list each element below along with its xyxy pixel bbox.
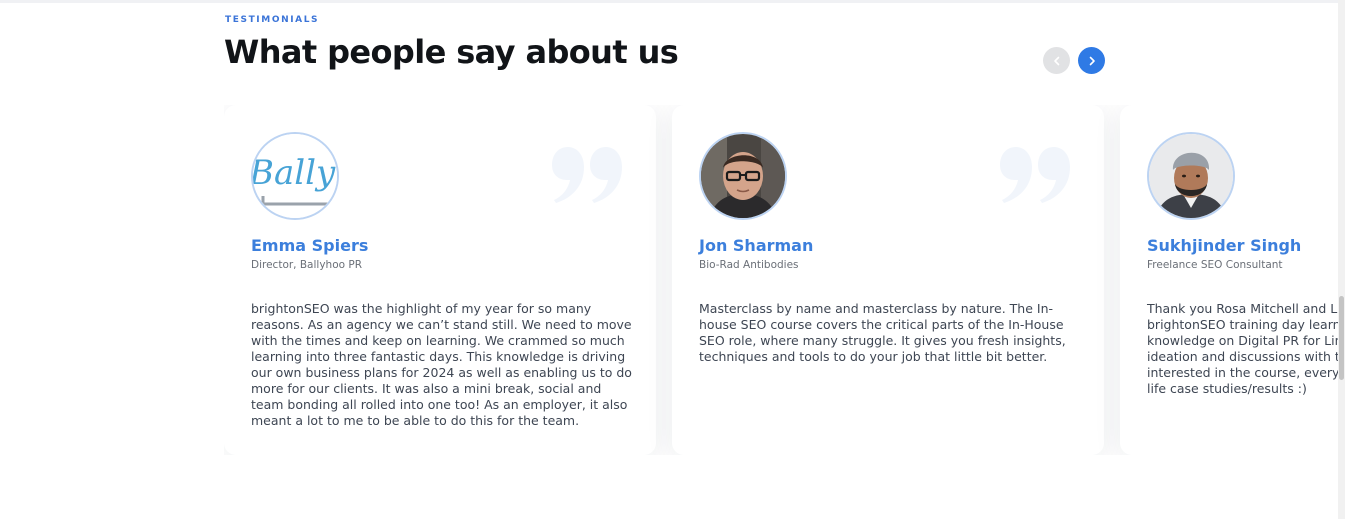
- section-title: What people say about us: [224, 33, 679, 71]
- quote-mark-icon: [1000, 147, 1070, 203]
- avatar: [699, 132, 787, 220]
- section-eyebrow: TESTIMONIALS: [225, 15, 320, 25]
- carousel-next-button[interactable]: [1078, 47, 1105, 74]
- testimonial-quote: brightonSEO was the highlight of my year…: [251, 301, 632, 428]
- quote-line: interested in the course, every s: [1147, 365, 1338, 380]
- header-divider: [0, 0, 1338, 3]
- testimonial-quote: Masterclass by name and masterclass by n…: [699, 301, 1066, 364]
- quote-line: brightonSEO training day learnin: [1147, 317, 1338, 332]
- chevron-left-icon: [1053, 56, 1059, 65]
- testimonial-card: Sukhjinder Singh Freelance SEO Consultan…: [1120, 105, 1338, 455]
- testimonial-card: Ballyhoo Emma Spiers Director, Ballyhoo …: [224, 105, 656, 455]
- testimonial-quote: Thank you Rosa Mitchell and Lib brighton…: [1147, 301, 1338, 397]
- person-photo-icon: [1149, 134, 1233, 218]
- testimonials-section: TESTIMONIALS What people say about us Ba…: [0, 0, 1345, 519]
- quote-line: Thank you Rosa Mitchell and Lib: [1147, 301, 1338, 316]
- quote-line: life case studies/results :): [1147, 381, 1307, 396]
- testimonial-card: Jon Sharman Bio-Rad Antibodies Mastercla…: [672, 105, 1104, 455]
- page-scrollbar[interactable]: [1338, 0, 1345, 519]
- testimonial-name: Emma Spiers: [251, 236, 369, 255]
- quote-line: ideation and discussions with th: [1147, 349, 1338, 364]
- person-photo-icon: [701, 134, 785, 218]
- ballyhoo-logo-text: Ballyhoo: [253, 153, 337, 193]
- testimonial-role: Director, Ballyhoo PR: [251, 259, 363, 271]
- testimonial-role: Bio-Rad Antibodies: [699, 259, 799, 271]
- testimonial-role: Freelance SEO Consultant: [1147, 259, 1283, 271]
- chevron-right-icon: [1089, 56, 1095, 65]
- quote-line: knowledge on Digital PR for Link: [1147, 333, 1338, 348]
- carousel-prev-button[interactable]: [1043, 47, 1070, 74]
- scrollbar-thumb[interactable]: [1339, 296, 1344, 380]
- ballyhoo-logo-icon: Ballyhoo: [253, 134, 337, 218]
- avatar: Ballyhoo: [251, 132, 339, 220]
- testimonial-carousel[interactable]: Ballyhoo Emma Spiers Director, Ballyhoo …: [224, 105, 1338, 455]
- testimonial-name: Sukhjinder Singh: [1147, 236, 1302, 255]
- avatar: [1147, 132, 1235, 220]
- quote-mark-icon: [552, 147, 622, 203]
- testimonial-name: Jon Sharman: [699, 236, 814, 255]
